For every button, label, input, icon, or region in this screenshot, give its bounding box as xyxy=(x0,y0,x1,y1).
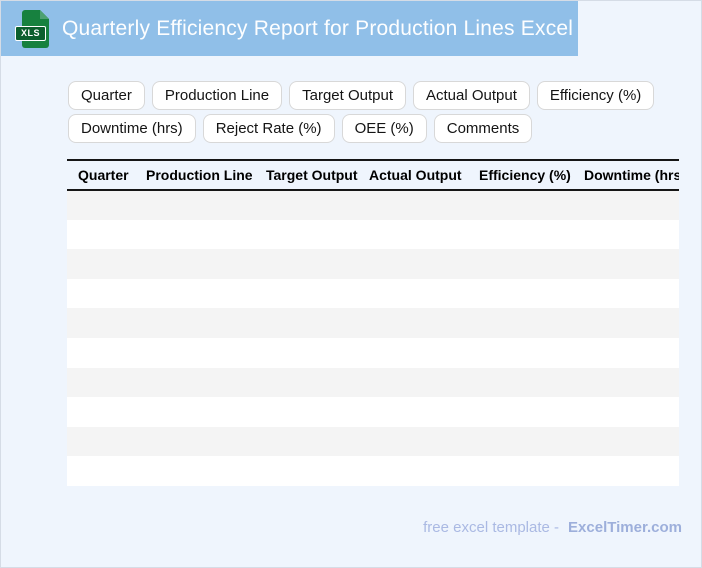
table-cell-empty xyxy=(468,397,573,427)
table-cell-empty xyxy=(468,427,573,457)
table-cell-empty xyxy=(255,220,358,250)
table-cell-empty xyxy=(135,249,255,279)
table-header-cell: Quarter xyxy=(67,159,135,191)
table-cell-empty xyxy=(358,190,468,220)
table-header-row: Quarter Production Line Target Output Actua… xyxy=(67,159,679,191)
table-cell-empty xyxy=(255,308,358,338)
table-cell-empty xyxy=(573,249,679,279)
column-chip-list: Quarter Production Line Target Output Actua… xyxy=(68,81,668,143)
table-cell-empty xyxy=(573,368,679,398)
footer: free excel template - ExcelTimer.com xyxy=(423,519,682,536)
column-chip-target-output[interactable]: Target Output xyxy=(289,81,406,110)
table-header-cell: Actual Output xyxy=(358,159,468,191)
column-chip-comments[interactable]: Comments xyxy=(433,114,533,143)
table-cell-empty xyxy=(135,456,255,486)
table-cell-empty xyxy=(67,190,135,220)
table-cell-empty xyxy=(67,397,135,427)
column-chip-actual-output[interactable]: Actual Output xyxy=(413,81,530,110)
table-cell-empty xyxy=(255,397,358,427)
table-cell-empty xyxy=(255,279,358,309)
table-cell-empty xyxy=(358,220,468,250)
table-cell-empty xyxy=(67,279,135,309)
table-cell-empty xyxy=(67,338,135,368)
table-cell-empty xyxy=(255,368,358,398)
table-cell-empty xyxy=(468,456,573,486)
table-cell-empty xyxy=(358,338,468,368)
table-cell-empty xyxy=(67,249,135,279)
table-cell-empty xyxy=(255,338,358,368)
table-row xyxy=(67,337,679,368)
table-cell-empty xyxy=(135,308,255,338)
table-cell-empty xyxy=(255,456,358,486)
table-cell-empty xyxy=(573,279,679,309)
table-row xyxy=(67,397,679,427)
table-cell-empty xyxy=(468,279,573,309)
table-cell-empty xyxy=(135,190,255,220)
table-cell-empty xyxy=(135,338,255,368)
table-cell-empty xyxy=(468,308,573,338)
table-cell-empty xyxy=(573,338,679,368)
table-cell-empty xyxy=(358,368,468,398)
table-body xyxy=(67,190,679,486)
footer-brand-link[interactable]: ExcelTimer.com xyxy=(568,519,682,536)
table-cell-empty xyxy=(135,220,255,250)
table-header-cell: Efficiency (%) xyxy=(468,159,573,191)
column-chip-reject-rate[interactable]: Reject Rate (%) xyxy=(202,114,335,143)
table-cell-empty xyxy=(255,249,358,279)
table-cell-empty xyxy=(573,397,679,427)
table-cell-empty xyxy=(135,368,255,398)
table-cell-empty xyxy=(135,279,255,309)
table-cell-empty xyxy=(358,249,468,279)
table-cell-empty xyxy=(573,308,679,338)
column-chip-efficiency[interactable]: Efficiency (%) xyxy=(536,81,655,110)
table-cell-empty xyxy=(573,427,679,457)
table-cell-empty xyxy=(358,456,468,486)
folded-corner-icon xyxy=(40,9,49,19)
table-cell-empty xyxy=(573,456,679,486)
table-header-cell: Downtime (hrs) xyxy=(573,159,679,191)
column-chip-downtime-hrs[interactable]: Downtime (hrs) xyxy=(68,114,196,143)
table-cell-empty xyxy=(67,456,135,486)
table-cell-empty xyxy=(573,190,679,220)
table-cell-empty xyxy=(135,397,255,427)
table-cell-empty xyxy=(67,368,135,398)
title-bar: XLS Quarterly Efficiency Report for Prod… xyxy=(1,1,578,56)
table-cell-empty xyxy=(468,249,573,279)
table-cell-empty xyxy=(67,220,135,250)
page: XLS Quarterly Efficiency Report for Prod… xyxy=(0,0,702,568)
table-cell-empty xyxy=(358,308,468,338)
table-row xyxy=(67,190,679,220)
table-cell-empty xyxy=(67,308,135,338)
xls-badge: XLS xyxy=(15,25,47,41)
page-title: Quarterly Efficiency Report for Producti… xyxy=(62,16,574,40)
footer-text: free excel template - xyxy=(423,519,560,536)
table-cell-empty xyxy=(67,427,135,457)
column-chip-oee[interactable]: OEE (%) xyxy=(341,114,427,143)
table-cell-empty xyxy=(255,190,358,220)
xls-file-icon: XLS xyxy=(15,9,49,48)
table-cell-empty xyxy=(573,220,679,250)
table-cell-empty xyxy=(468,190,573,220)
table-row xyxy=(67,278,679,309)
table-row xyxy=(67,456,679,486)
table-cell-empty xyxy=(255,427,358,457)
table-header-cell: Production Line xyxy=(135,159,255,191)
table-cell-empty xyxy=(135,427,255,457)
table-row xyxy=(67,367,679,398)
table-row xyxy=(67,249,679,279)
table-header-cell: Target Output xyxy=(255,159,358,191)
report-table: Quarter Production Line Target Output Actua… xyxy=(67,159,679,486)
table-cell-empty xyxy=(468,220,573,250)
table-row xyxy=(67,308,679,338)
table-row xyxy=(67,219,679,250)
column-chip-quarter[interactable]: Quarter xyxy=(68,81,145,110)
table-cell-empty xyxy=(358,279,468,309)
table-cell-empty xyxy=(468,368,573,398)
table-row xyxy=(67,426,679,457)
table-cell-empty xyxy=(358,427,468,457)
column-chip-production-line[interactable]: Production Line xyxy=(151,81,283,110)
table-cell-empty xyxy=(468,338,573,368)
report-table-container: Quarter Production Line Target Output Actua… xyxy=(67,159,679,486)
table-cell-empty xyxy=(358,397,468,427)
